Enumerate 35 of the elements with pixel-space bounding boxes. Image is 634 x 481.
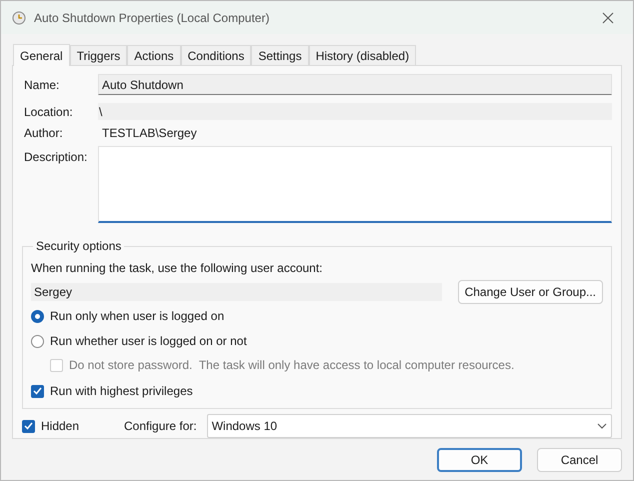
radio-button[interactable] — [31, 310, 44, 322]
name-field[interactable]: Auto Shutdown — [98, 74, 612, 95]
radio-label: Run only when user is logged on — [50, 309, 224, 323]
tab[interactable]: Actions — [127, 45, 181, 65]
configure-for-dropdown[interactable]: Windows 10 — [206, 414, 612, 438]
field-label: Description: — [24, 150, 88, 164]
user-account-field: Sergey — [31, 283, 442, 301]
checkbox[interactable] — [31, 384, 44, 398]
description-field[interactable] — [98, 146, 612, 223]
account-prompt: When running the task, use the following user account: — [31, 261, 324, 275]
tab[interactable]: Conditions — [180, 45, 252, 65]
tab[interactable]: History (disabled) — [308, 45, 416, 65]
close-icon — [602, 12, 614, 24]
field-label: Location: — [24, 104, 74, 118]
clock-icon — [12, 10, 26, 24]
tab[interactable]: Triggers — [70, 45, 128, 65]
radio-button[interactable] — [31, 334, 44, 348]
author-value: TESTLAB\Sergey — [101, 126, 198, 140]
change-user-button[interactable]: Change User or Group... — [458, 280, 603, 304]
field-label: Name: — [24, 78, 60, 92]
checkbox[interactable] — [22, 420, 35, 432]
dialog-button[interactable]: OK — [437, 448, 522, 472]
location-field: \ — [98, 103, 612, 120]
window-title: Auto Shutdown Properties (Local Computer) — [34, 10, 270, 24]
radio-label: Run whether user is logged on or not — [50, 334, 247, 348]
checkbox-label: Run with highest privileges — [50, 384, 193, 398]
dialog-button[interactable]: Cancel — [537, 448, 622, 472]
group-title: Security options — [35, 239, 122, 253]
tab[interactable]: Settings — [251, 45, 309, 65]
chevron-down-icon — [597, 423, 607, 429]
tab[interactable]: General — [13, 44, 70, 66]
field-label: Configure for: — [124, 419, 197, 433]
checkbox-label: Hidden — [41, 419, 80, 433]
field-label: Author: — [24, 126, 64, 140]
checkbox-label: Do not store password. The task will only have access to local computer resources. — [69, 358, 514, 372]
